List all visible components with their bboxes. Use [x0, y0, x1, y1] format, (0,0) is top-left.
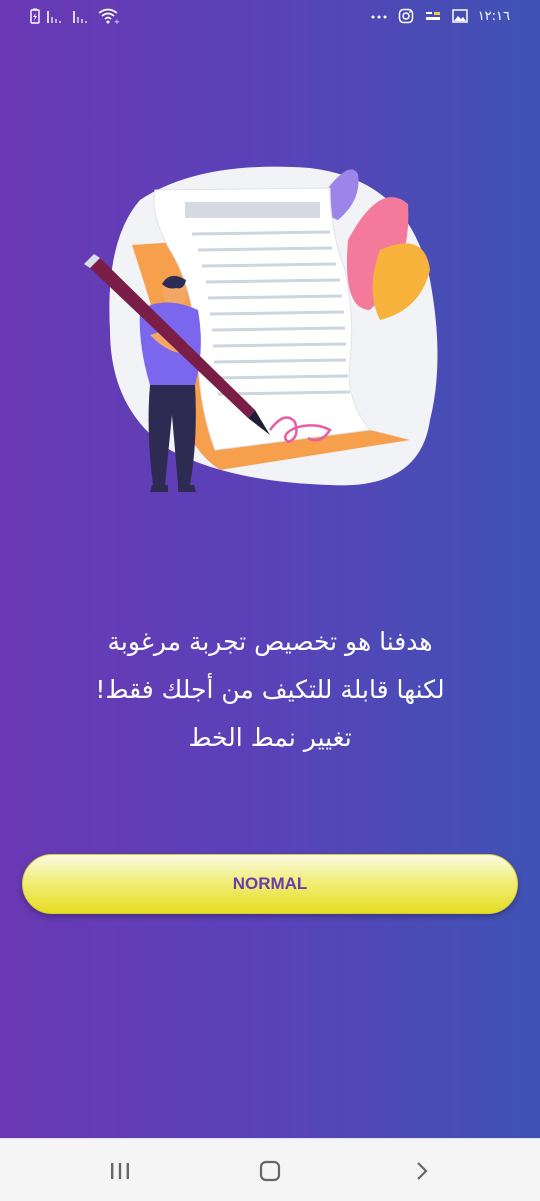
back-icon [417, 1162, 428, 1180]
message-line-3: تغيير نمط الخط [188, 723, 352, 752]
back-button[interactable] [402, 1157, 442, 1185]
more-dots-icon [371, 15, 387, 19]
status-left-icons: + [30, 8, 120, 24]
recent-apps-icon [111, 1163, 129, 1179]
recent-apps-button[interactable] [100, 1157, 140, 1185]
font-style-button[interactable]: NORMAL [22, 854, 518, 914]
status-bar: + ١٢:١٦ [0, 0, 540, 38]
svg-text:+: + [114, 18, 120, 24]
signal-icon [47, 11, 61, 23]
battery-saver-icon [30, 8, 40, 24]
gallery-icon [451, 9, 468, 23]
message-line-2: لكنها قابلة للتكيف من أجلك فقط! [95, 675, 445, 704]
app-screen: + ١٢:١٦ هدفنا هو تخصيص تجربة مرغوبة لكنه… [0, 0, 540, 1138]
writing-contract-illustration [84, 166, 438, 492]
font-style-button-label: NORMAL [232, 874, 308, 893]
home-button[interactable] [250, 1157, 290, 1185]
status-time: ١٢:١٦ [477, 8, 510, 24]
message-text: هدفنا هو تخصيص تجربة مرغوبة لكنها قابلة … [40, 618, 500, 762]
status-right-icons: ١٢:١٦ [370, 8, 510, 24]
wifi-icon: + [98, 8, 120, 24]
message-line-1: هدفنا هو تخصيص تجربة مرغوبة [107, 627, 433, 656]
signal-icon [73, 11, 87, 23]
home-icon [259, 1160, 281, 1182]
notification-icon [425, 12, 440, 20]
instagram-icon [398, 8, 413, 24]
navigation-bar [0, 1138, 540, 1201]
